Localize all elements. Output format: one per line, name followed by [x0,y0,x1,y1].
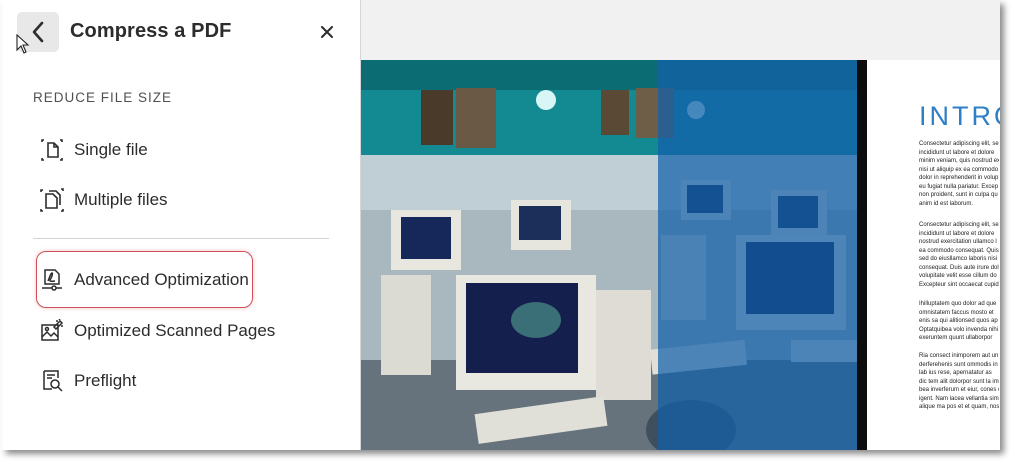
document-preview: INTRO Consectetur adipiscing elit, se in… [361,0,1000,450]
body-paragraph: Ria consect inimporem aut un derfereheni… [919,352,999,412]
text-line: dolor in reprehenderit in volup [919,175,999,181]
text-line: Optatquibea volo invenda nihi [919,326,999,333]
text-line: Consectetur adipiscing elit, se [919,141,999,147]
preflight-label: Preflight [74,371,137,390]
text-line: incididunt ut labore et dolore [919,230,995,237]
section-label: REDUCE FILE SIZE [33,90,173,105]
text-line: alique ma pos et et quam, nos [919,404,999,410]
text-line: Excepteur sint occaecat cupid [919,281,999,288]
text-line: anim id est laborum. [919,200,974,207]
single-file-compress-icon [40,138,64,162]
single-file-label: Single file [74,140,148,159]
text-line: minim veniam, quis nostrud ex [919,158,999,164]
chevron-left-icon [32,21,44,43]
preflight-icon [40,369,64,393]
text-line: incididunt ut labore et dolore [919,149,995,156]
text-line: Consectetur adipiscing elit, se [919,222,999,228]
panel-title: Compress a PDF [70,20,232,42]
optimize-scanned-pages-option[interactable]: Optimized Scanned Pages [40,314,275,348]
text-line: nisi ut aliquip ex ea commodo [919,166,999,173]
app-window: Compress a PDF REDUCE FILE SIZE Single f… [2,0,1000,450]
page-gutter [857,60,867,450]
body-paragraph: Consectetur adipiscing elit, se incididu… [919,221,999,289]
advanced-optimization-icon [40,268,64,292]
text-line: derferehenis sunt ommodis in [919,361,998,368]
mouse-pointer-icon [16,34,30,54]
body-paragraph: Consectetur adipiscing elit, se incididu… [919,140,999,208]
preflight-option[interactable]: Preflight [40,364,136,398]
text-line: consequat. Duis aute irure dol [919,264,999,271]
text-line: enis sa qui alitionsed quos ap [919,318,998,324]
close-button[interactable] [317,22,337,42]
text-line: sed do eiusllamco laboris nisi [919,256,998,262]
multiple-files-compress-icon [40,188,64,212]
text-line: ea commodo consequat. Quis [919,247,999,254]
text-line: Ria consect inimporem aut un [919,353,999,359]
text-line: exeruntem quunt ullaborpor [919,335,993,341]
text-line: igent. Nam lacea vellantia sim [919,395,999,402]
multiple-files-label: Multiple files [74,190,168,209]
preview-toolbar-area [361,0,1000,60]
intro-heading: INTRO [919,101,1000,131]
advanced-optimization-option[interactable]: Advanced Optimization [40,263,249,297]
text-line: non proident, sunt in culpa qu [919,192,998,198]
text-line: volupitate velit esse cillum do [919,273,997,279]
photo-blue-overlay [658,60,867,450]
text-line: bea inverferum et eiur, cones c [919,387,999,393]
text-line: nostrud exercitation ullamco l [919,239,997,245]
text-line: lab ius rese, apernatatur as [919,370,992,376]
text-line: eu fugiat nulla pariatur. Excep [919,183,999,190]
optimize-scanned-pages-icon [40,319,64,343]
compress-pdf-panel: Compress a PDF REDUCE FILE SIZE Single f… [2,0,361,450]
optimize-scanned-pages-label: Optimized Scanned Pages [74,321,276,340]
text-line: Ihilluptatem quo dolor ad que [919,301,997,307]
multiple-files-option[interactable]: Multiple files [40,183,168,217]
single-file-option[interactable]: Single file [40,133,148,167]
text-line: omnistatem faccus mosto et [919,309,994,316]
body-paragraph: Ihilluptatem quo dolor ad que omnistatem… [919,300,999,343]
close-icon [321,26,333,38]
text-line: dic tem alit dolorpor sunt la im [919,378,999,385]
section-divider [33,238,329,239]
advanced-optimization-label: Advanced Optimization [74,270,249,289]
